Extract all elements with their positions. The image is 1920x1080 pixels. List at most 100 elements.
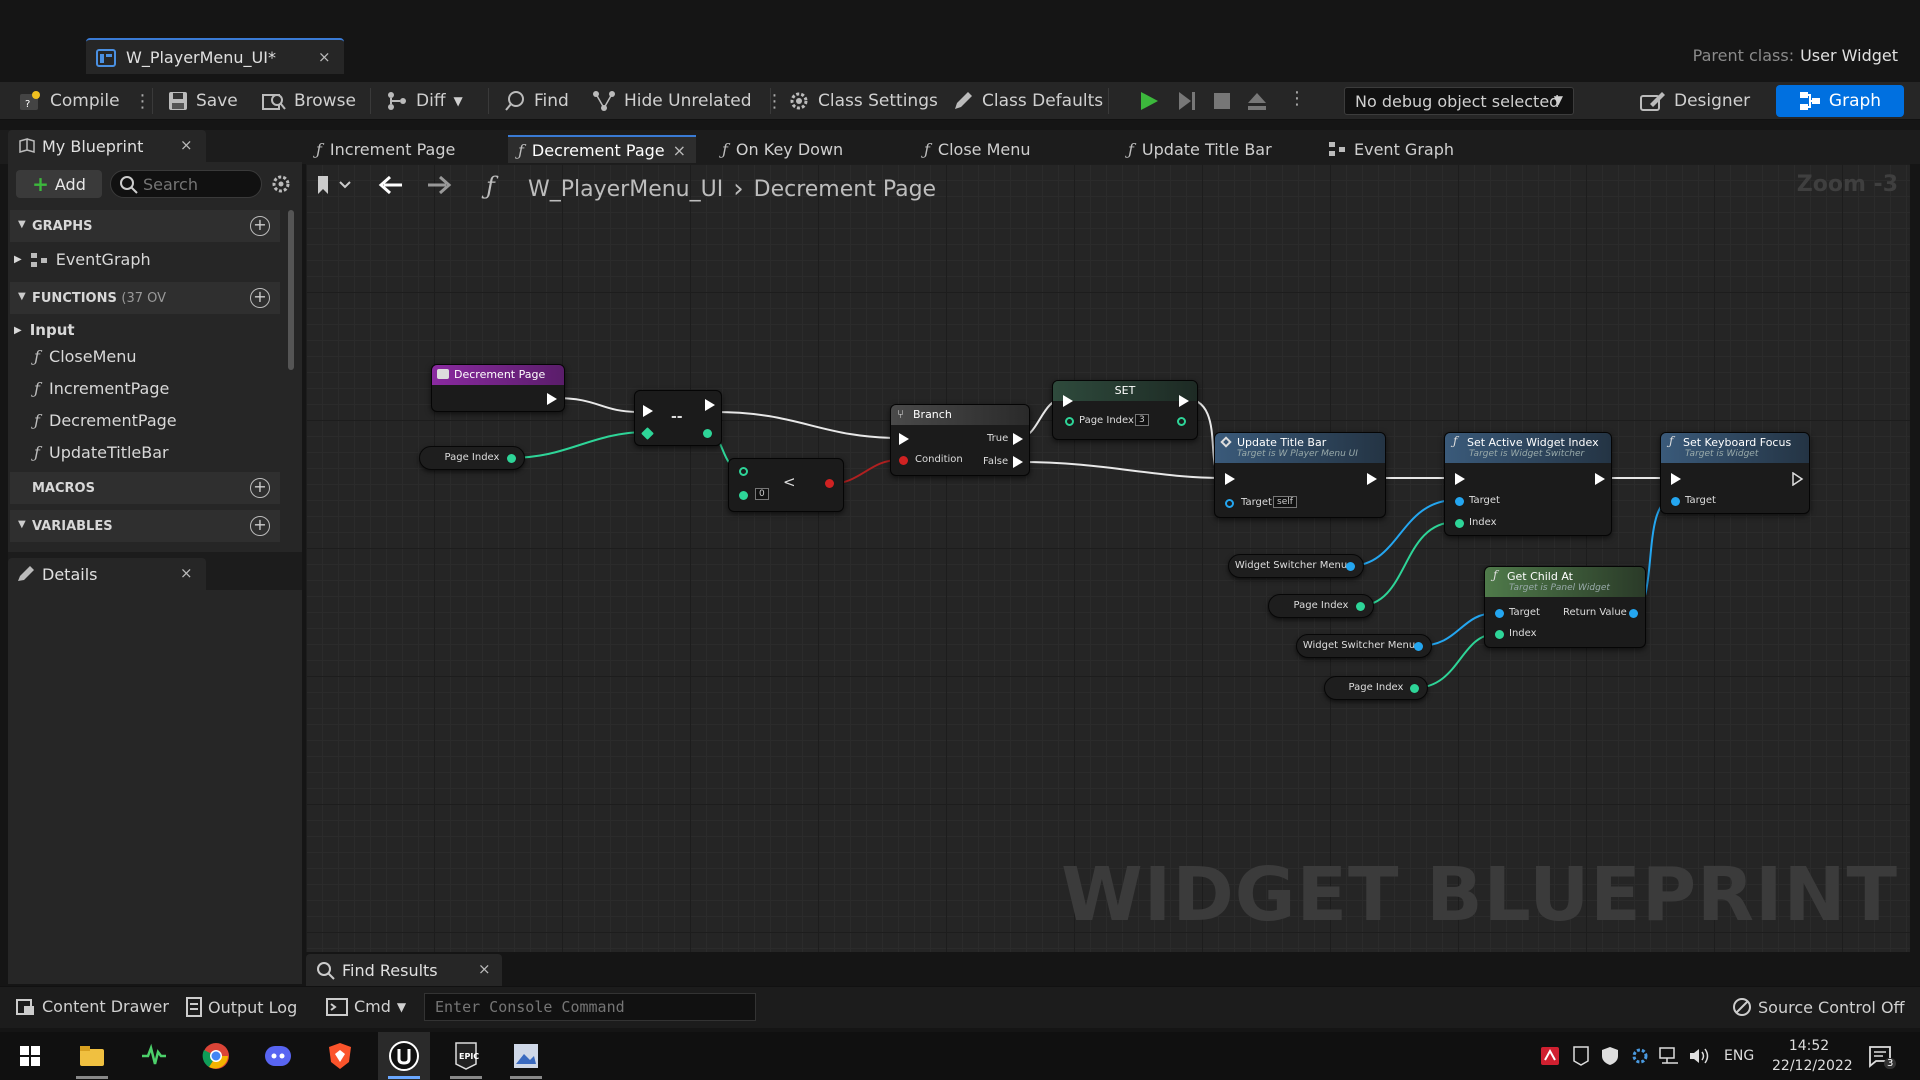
chrome-icon[interactable] bbox=[200, 1040, 232, 1072]
exec-in-pin[interactable] bbox=[899, 433, 909, 445]
tab-decrement-page[interactable]: ƒ Decrement Page × bbox=[508, 135, 696, 163]
function-item-updatetitlebar[interactable]: ƒ UpdateTitleBar bbox=[34, 443, 169, 462]
functions-section-header[interactable]: ▼ FUNCTIONS (37 OV + bbox=[10, 282, 280, 314]
volume-icon[interactable] bbox=[1688, 1046, 1710, 1066]
node-branch[interactable]: ⑂ Branch True Condition False bbox=[890, 404, 1030, 476]
macros-section-header[interactable]: MACROS + bbox=[10, 472, 280, 504]
save-button[interactable]: Save bbox=[168, 88, 238, 114]
exec-out-pin[interactable] bbox=[705, 399, 715, 411]
activity-monitor-icon[interactable] bbox=[138, 1040, 170, 1072]
hide-unrelated-button[interactable]: Hide Unrelated ⋮ bbox=[592, 88, 784, 114]
cmd-dropdown[interactable]: Cmd ▼ bbox=[326, 997, 406, 1016]
graph-button[interactable]: Graph bbox=[1776, 85, 1904, 117]
float-in-pin-b[interactable] bbox=[739, 491, 748, 500]
diff-button[interactable]: Diff ▼ bbox=[386, 88, 463, 114]
compile-button[interactable]: ? Compile ⋮ bbox=[18, 88, 152, 114]
index-pin[interactable] bbox=[1455, 519, 1464, 528]
search-input[interactable] bbox=[143, 174, 255, 194]
search-field[interactable] bbox=[110, 170, 262, 198]
condition-pin[interactable] bbox=[899, 456, 908, 465]
bookmark-icon[interactable] bbox=[314, 174, 358, 196]
brave-icon[interactable] bbox=[324, 1040, 356, 1072]
find-results-tab[interactable]: Find Results × bbox=[306, 954, 502, 986]
node-update-title-bar[interactable]: Update Title Bar Target is W Player Menu… bbox=[1214, 432, 1386, 518]
windows-start-icon[interactable] bbox=[14, 1040, 46, 1072]
my-blueprint-scrollbar[interactable] bbox=[288, 210, 294, 370]
object-pin[interactable] bbox=[1414, 642, 1423, 651]
close-tab-icon[interactable]: × bbox=[673, 141, 686, 160]
step-icon[interactable] bbox=[1176, 90, 1198, 112]
node-decrement-page-entry[interactable]: Decrement Page bbox=[431, 364, 565, 412]
close-tab-icon[interactable]: × bbox=[318, 48, 331, 66]
exec-out-pin[interactable] bbox=[1595, 473, 1605, 485]
graph-canvas[interactable] bbox=[306, 164, 1910, 952]
less-than-value[interactable]: 0 bbox=[755, 488, 769, 500]
eject-icon[interactable] bbox=[1246, 90, 1268, 112]
exec-in-pin[interactable] bbox=[1455, 473, 1465, 485]
node-set-keyboard-focus[interactable]: ƒ Set Keyboard Focus Target is Widget Ta… bbox=[1660, 432, 1810, 514]
true-exec-pin[interactable] bbox=[1013, 433, 1023, 445]
debug-object-dropdown[interactable]: No debug object selected ▼ bbox=[1344, 87, 1574, 115]
node-get-child-at[interactable]: ƒ Get Child At Target is Panel Widget Ta… bbox=[1484, 566, 1646, 648]
exec-in-pin[interactable] bbox=[1671, 473, 1681, 485]
target-pin[interactable] bbox=[1455, 497, 1464, 506]
category-input[interactable]: ▶ Input bbox=[14, 321, 75, 339]
add-variable-icon[interactable]: + bbox=[250, 516, 270, 536]
forward-arrow-icon[interactable] bbox=[426, 174, 452, 196]
my-blueprint-tab[interactable]: My Blueprint × bbox=[8, 130, 206, 162]
designer-button[interactable]: Designer bbox=[1640, 88, 1750, 114]
float-pin[interactable] bbox=[1356, 602, 1365, 611]
exec-out-pin[interactable] bbox=[547, 393, 557, 405]
close-panel-icon[interactable]: × bbox=[180, 564, 193, 582]
float-pin[interactable] bbox=[1410, 684, 1419, 693]
tab-event-graph[interactable]: Event Graph bbox=[1328, 135, 1454, 163]
function-item-decrementpage[interactable]: ƒ DecrementPage bbox=[34, 411, 177, 430]
exec-in-pin[interactable] bbox=[1063, 395, 1073, 407]
play-icon[interactable] bbox=[1138, 90, 1160, 112]
float-in-pin[interactable] bbox=[1065, 417, 1074, 426]
discord-icon[interactable] bbox=[262, 1040, 294, 1072]
tab-close-menu[interactable]: ƒ Close Menu bbox=[924, 135, 1031, 163]
document-tab[interactable]: W_PlayerMenu_UI* × bbox=[86, 38, 344, 74]
hide-unrelated-options-icon[interactable]: ⋮ bbox=[766, 91, 784, 112]
tab-increment-page[interactable]: ƒ Increment Page bbox=[316, 135, 455, 163]
network-icon[interactable] bbox=[1658, 1046, 1680, 1066]
graph-item-eventgraph[interactable]: ▶ EventGraph bbox=[14, 250, 151, 269]
epic-games-icon[interactable]: EPIC bbox=[450, 1040, 482, 1072]
tab-update-title-bar[interactable]: ƒ Update Title Bar bbox=[1128, 135, 1272, 163]
graphs-section-header[interactable]: ▼ GRAPHS + bbox=[10, 210, 280, 242]
unreal-engine-icon[interactable] bbox=[388, 1040, 420, 1072]
float-ref-pin[interactable] bbox=[641, 427, 654, 440]
parent-class-value[interactable]: User Widget bbox=[1800, 46, 1898, 65]
var-page-index[interactable]: Page Index bbox=[419, 446, 525, 470]
file-explorer-icon[interactable] bbox=[76, 1040, 108, 1072]
set-value[interactable]: 3 bbox=[1135, 414, 1149, 426]
var-widget-switcher-menu[interactable]: Widget Switcher Menu bbox=[1296, 634, 1432, 658]
content-drawer-button[interactable]: Content Drawer bbox=[16, 997, 169, 1016]
node-less-than[interactable]: 0 < bbox=[728, 458, 844, 512]
image-editor-icon[interactable] bbox=[510, 1040, 542, 1072]
close-panel-icon[interactable]: × bbox=[478, 960, 491, 978]
settings-gear-icon[interactable] bbox=[270, 173, 292, 195]
clock[interactable]: 14:52 22/12/2022 bbox=[1772, 1036, 1853, 1076]
tab-on-key-down[interactable]: ƒ On Key Down bbox=[722, 135, 843, 163]
float-pin[interactable] bbox=[507, 454, 516, 463]
add-function-icon[interactable]: + bbox=[250, 288, 270, 308]
var-page-index[interactable]: Page Index bbox=[1268, 594, 1374, 618]
console-field[interactable] bbox=[424, 993, 756, 1021]
target-pin[interactable] bbox=[1495, 609, 1504, 618]
exec-out-pin[interactable] bbox=[1179, 395, 1189, 407]
source-control-button[interactable]: Source Control Off bbox=[1732, 997, 1905, 1017]
language-indicator[interactable]: ENG bbox=[1724, 1048, 1754, 1064]
bool-out-pin[interactable] bbox=[825, 479, 834, 488]
exec-out-pin[interactable] bbox=[1367, 473, 1377, 485]
class-settings-button[interactable]: Class Settings bbox=[788, 88, 938, 114]
output-log-button[interactable]: Output Log bbox=[186, 997, 297, 1017]
details-tab[interactable]: Details × bbox=[8, 558, 206, 590]
tray-settings-icon[interactable] bbox=[1630, 1046, 1650, 1066]
target-pin[interactable] bbox=[1225, 499, 1234, 508]
console-input[interactable] bbox=[425, 994, 755, 1020]
browse-button[interactable]: Browse bbox=[262, 88, 356, 114]
variables-section-header[interactable]: ▼ VARIABLES + bbox=[10, 510, 280, 542]
function-item-incrementpage[interactable]: ƒ IncrementPage bbox=[34, 379, 169, 398]
